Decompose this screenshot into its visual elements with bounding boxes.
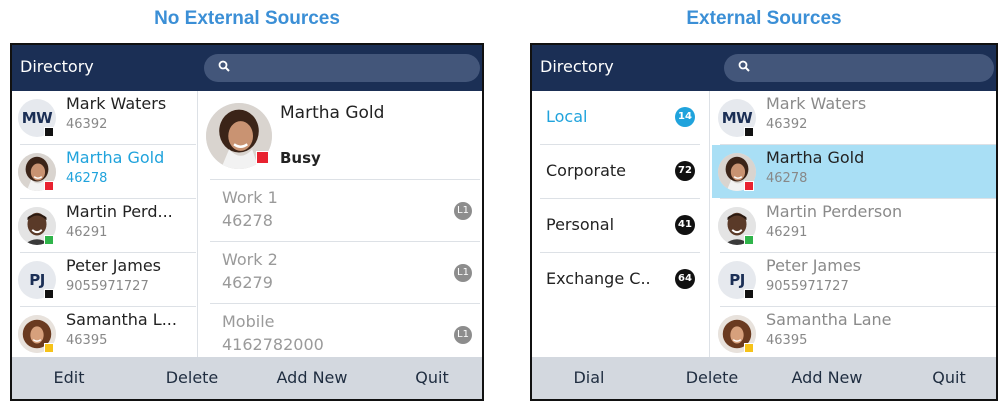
line-badge: L1 [454,202,472,220]
search-icon [738,60,750,72]
status-indicator-offline [744,127,754,137]
contact-number: 46395 [766,333,808,348]
phone-number: 46278 [222,211,273,230]
phone-screen-external-sources: Directory Local 14 Corporate 72 Personal… [530,43,998,401]
status-indicator-busy [44,181,54,191]
divider [210,179,480,180]
delete-button[interactable]: Delete [672,368,752,387]
contact-number: 46278 [66,171,108,186]
directory-header: Directory [12,45,482,91]
status-indicator-online [744,235,754,245]
detail-row-work-2[interactable]: Work 2 46279 L1 [208,244,482,304]
contact-number: 46291 [66,225,108,240]
contact-row-martin-perderson[interactable]: Martin Perd... 46291 [12,199,198,252]
phone-number: 4162782000 [222,335,324,354]
edit-button[interactable]: Edit [34,368,104,387]
detail-contact-name: Martha Gold [280,103,385,123]
softkey-bar: Edit Delete Add New Quit [12,357,482,399]
source-item-corporate[interactable]: Corporate 72 [532,145,712,199]
contact-row-mark-waters[interactable]: MW Mark Waters 46392 [712,91,996,144]
search-icon [218,60,230,72]
caption-external-sources: External Sources [686,8,842,29]
contact-number: 46392 [66,117,108,132]
contact-name: Martin Perderson [766,202,903,221]
source-label: Personal [546,215,615,234]
contact-name: Martha Gold [766,148,865,167]
add-new-button[interactable]: Add New [782,368,872,387]
phone-number: 46279 [222,273,273,292]
contact-row-peter-james[interactable]: PJ Peter James 9055971727 [12,253,198,306]
source-count-badge: 64 [675,269,695,289]
status-indicator-offline [44,127,54,137]
contact-number: 9055971727 [66,279,149,294]
divider [210,241,480,242]
directory-header: Directory [532,45,996,91]
source-item-personal[interactable]: Personal 41 [532,199,712,253]
dial-button[interactable]: Dial [554,368,624,387]
add-new-button[interactable]: Add New [267,368,357,387]
softkey-bar: Dial Delete Add New Quit [532,357,996,399]
contact-row-martin-perderson[interactable]: Martin Perderson 46291 [712,199,996,252]
caption-no-external-sources: No External Sources [154,8,340,29]
source-label: Exchange C.. [546,269,651,288]
quit-button[interactable]: Quit [914,368,984,387]
status-indicator-online [44,235,54,245]
contact-row-martha-gold[interactable]: Martha Gold 46278 [12,145,198,198]
pane-divider [197,91,198,361]
contact-row-samantha-lane[interactable]: Samantha Lane 46395 [712,307,996,360]
contact-name: Martin Perd... [66,202,173,221]
contact-name: Mark Waters [766,94,867,113]
contact-number: 46395 [66,333,108,348]
line-badge: L1 [454,326,472,344]
contact-name: Mark Waters [66,94,167,113]
contact-number: 46291 [766,225,808,240]
status-indicator-busy [744,181,754,191]
source-count-badge: 14 [675,107,695,127]
source-item-exchange-contacts[interactable]: Exchange C.. 64 [532,253,712,307]
source-count-badge: 41 [675,215,695,235]
phone-label: Work 1 [222,188,278,207]
contact-name: Samantha Lane [766,310,892,329]
line-badge: L1 [454,264,472,282]
phone-label: Work 2 [222,250,278,269]
delete-button[interactable]: Delete [152,368,232,387]
contact-number: 46278 [766,171,808,186]
phone-label: Mobile [222,312,275,331]
status-indicator-busy [256,151,269,164]
contact-name: Martha Gold [66,148,165,167]
contact-name: Samantha L... [66,310,177,329]
pane-divider [709,91,710,361]
search-input[interactable] [204,54,480,82]
status-indicator-offline [44,289,54,299]
status-indicator-offline [744,289,754,299]
contact-row-martha-gold[interactable]: Martha Gold 46278 [712,145,996,198]
search-input[interactable] [724,54,994,82]
contact-number: 9055971727 [766,279,849,294]
contact-row-samantha-lane[interactable]: Samantha L... 46395 [12,307,198,360]
status-indicator-away [744,343,754,353]
contact-number: 46392 [766,117,808,132]
directory-title: Directory [20,57,94,76]
contact-row-peter-james[interactable]: PJ Peter James 9055971727 [712,253,996,306]
source-label: Local [546,107,588,126]
directory-title: Directory [540,57,614,76]
contact-name: Peter James [766,256,861,275]
contact-row-mark-waters[interactable]: MW Mark Waters 46392 [12,91,198,144]
source-item-local[interactable]: Local 14 [532,91,712,145]
status-indicator-away [44,343,54,353]
contact-name: Peter James [66,256,161,275]
source-count-badge: 72 [675,161,695,181]
quit-button[interactable]: Quit [397,368,467,387]
divider [210,303,480,304]
detail-status-text: Busy [280,149,321,167]
source-label: Corporate [546,161,626,180]
phone-screen-no-external-sources: Directory MW Mark Waters 46392 Martha Go… [10,43,484,401]
detail-row-work-1[interactable]: Work 1 46278 L1 [208,182,482,242]
